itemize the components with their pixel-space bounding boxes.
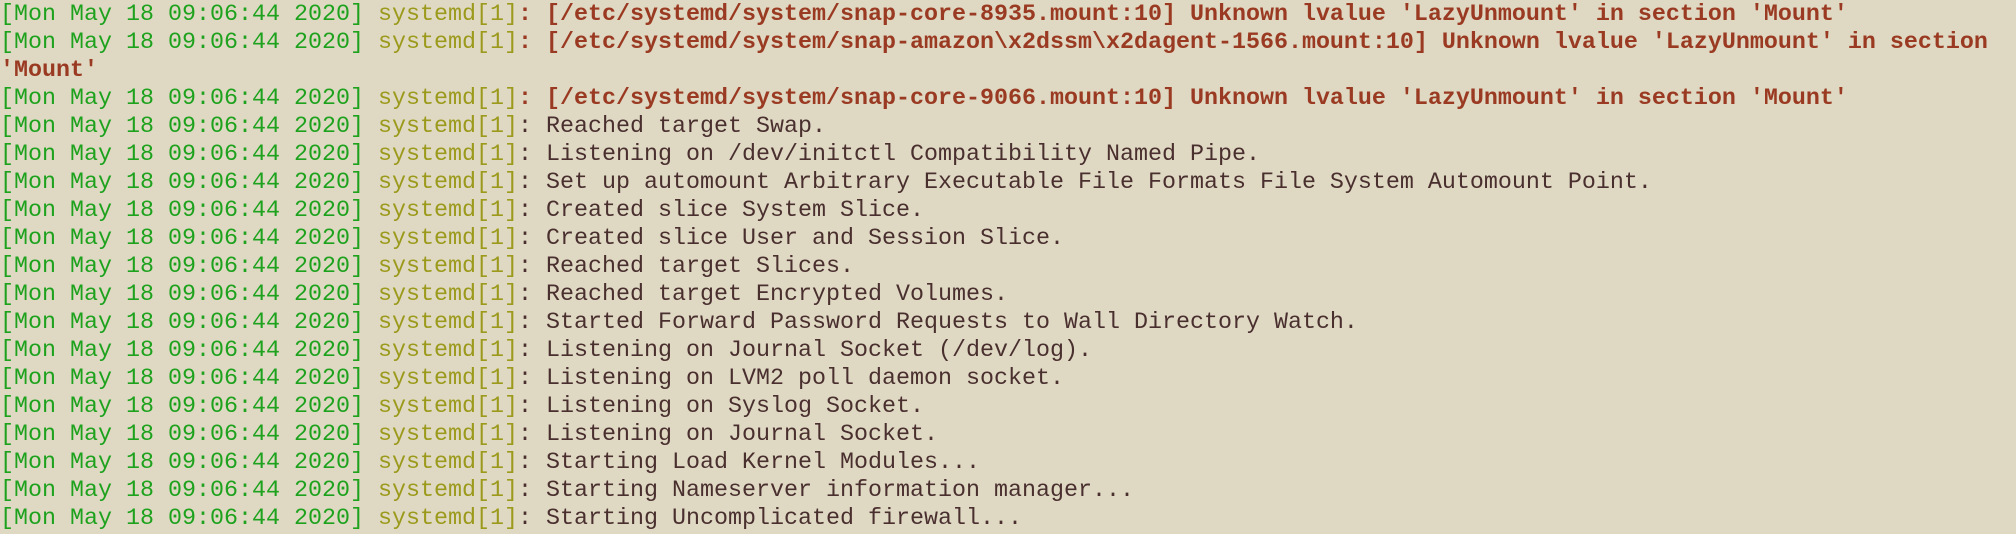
log-timestamp: [Mon May 18 09:06:44 2020] bbox=[0, 478, 364, 504]
log-timestamp: [Mon May 18 09:06:44 2020] bbox=[0, 366, 364, 392]
log-separator: : bbox=[517, 86, 546, 112]
log-process: systemd[1] bbox=[377, 226, 518, 252]
log-message: Starting Nameserver information manager.… bbox=[545, 478, 1134, 504]
log-process: systemd[1] bbox=[377, 450, 518, 476]
log-process: systemd[1] bbox=[377, 30, 518, 56]
log-line-error: [Mon May 18 09:06:44 2020] systemd[1]: [… bbox=[0, 85, 2016, 113]
log-separator: : bbox=[517, 114, 546, 140]
log-line: [Mon May 18 09:06:44 2020] systemd[1]: L… bbox=[0, 141, 2016, 169]
log-process: systemd[1] bbox=[377, 310, 518, 336]
log-separator: : bbox=[517, 170, 546, 196]
log-line: [Mon May 18 09:06:44 2020] systemd[1]: S… bbox=[0, 309, 2016, 337]
log-message: Listening on Syslog Socket. bbox=[545, 394, 924, 420]
log-timestamp: [Mon May 18 09:06:44 2020] bbox=[0, 506, 364, 532]
log-separator: : bbox=[517, 142, 546, 168]
log-separator: : bbox=[517, 30, 546, 56]
log-timestamp: [Mon May 18 09:06:44 2020] bbox=[0, 226, 364, 252]
log-separator: : bbox=[517, 310, 546, 336]
log-separator: : bbox=[517, 366, 546, 392]
log-process: systemd[1] bbox=[377, 282, 518, 308]
log-line: [Mon May 18 09:06:44 2020] systemd[1]: S… bbox=[0, 169, 2016, 197]
log-process: systemd[1] bbox=[377, 170, 518, 196]
log-line: [Mon May 18 09:06:44 2020] systemd[1]: C… bbox=[0, 197, 2016, 225]
log-separator: : bbox=[517, 450, 546, 476]
log-message: Starting Uncomplicated firewall... bbox=[545, 506, 1022, 532]
log-line-error: [Mon May 18 09:06:44 2020] systemd[1]: [… bbox=[0, 29, 2016, 85]
log-process: systemd[1] bbox=[377, 394, 518, 420]
log-timestamp: [Mon May 18 09:06:44 2020] bbox=[0, 338, 364, 364]
log-line: [Mon May 18 09:06:44 2020] systemd[1]: S… bbox=[0, 505, 2016, 533]
log-timestamp: [Mon May 18 09:06:44 2020] bbox=[0, 114, 364, 140]
log-message: Listening on Journal Socket. bbox=[545, 422, 938, 448]
log-line: [Mon May 18 09:06:44 2020] systemd[1]: L… bbox=[0, 337, 2016, 365]
log-message: Listening on LVM2 poll daemon socket. bbox=[545, 366, 1064, 392]
log-process: systemd[1] bbox=[377, 478, 518, 504]
log-timestamp: [Mon May 18 09:06:44 2020] bbox=[0, 282, 364, 308]
log-message: Reached target Encrypted Volumes. bbox=[545, 282, 1008, 308]
log-line: [Mon May 18 09:06:44 2020] systemd[1]: R… bbox=[0, 253, 2016, 281]
log-separator: : bbox=[517, 282, 546, 308]
log-separator: : bbox=[517, 198, 546, 224]
log-process: systemd[1] bbox=[377, 2, 518, 28]
log-timestamp: [Mon May 18 09:06:44 2020] bbox=[0, 86, 364, 112]
log-line: [Mon May 18 09:06:44 2020] systemd[1]: L… bbox=[0, 365, 2016, 393]
log-process: systemd[1] bbox=[377, 254, 518, 280]
log-process: systemd[1] bbox=[377, 422, 518, 448]
log-message: [/etc/systemd/system/snap-core-8935.moun… bbox=[545, 2, 1848, 28]
log-message: Started Forward Password Requests to Wal… bbox=[545, 310, 1358, 336]
log-separator: : bbox=[517, 2, 546, 28]
log-message: Created slice User and Session Slice. bbox=[545, 226, 1064, 252]
log-separator: : bbox=[517, 254, 546, 280]
log-process: systemd[1] bbox=[377, 198, 518, 224]
log-timestamp: [Mon May 18 09:06:44 2020] bbox=[0, 450, 364, 476]
log-separator: : bbox=[517, 506, 546, 532]
log-timestamp: [Mon May 18 09:06:44 2020] bbox=[0, 394, 364, 420]
log-separator: : bbox=[517, 478, 546, 504]
log-timestamp: [Mon May 18 09:06:44 2020] bbox=[0, 310, 364, 336]
log-message: Reached target Swap. bbox=[545, 114, 826, 140]
log-separator: : bbox=[517, 226, 546, 252]
log-timestamp: [Mon May 18 09:06:44 2020] bbox=[0, 142, 364, 168]
log-process: systemd[1] bbox=[377, 506, 518, 532]
log-line-error: [Mon May 18 09:06:44 2020] systemd[1]: [… bbox=[0, 1, 2016, 29]
log-process: systemd[1] bbox=[377, 114, 518, 140]
log-line: [Mon May 18 09:06:44 2020] systemd[1]: C… bbox=[0, 225, 2016, 253]
log-separator: : bbox=[517, 422, 546, 448]
log-message: [/etc/systemd/system/snap-core-9066.moun… bbox=[545, 86, 1848, 112]
terminal-output[interactable]: [Mon May 18 09:06:44 2020] systemd[1]: [… bbox=[0, 0, 2016, 533]
log-line: [Mon May 18 09:06:44 2020] systemd[1]: S… bbox=[0, 449, 2016, 477]
log-process: systemd[1] bbox=[377, 338, 518, 364]
log-line: [Mon May 18 09:06:44 2020] systemd[1]: R… bbox=[0, 113, 2016, 141]
log-timestamp: [Mon May 18 09:06:44 2020] bbox=[0, 170, 364, 196]
log-line: [Mon May 18 09:06:44 2020] systemd[1]: R… bbox=[0, 281, 2016, 309]
log-line: [Mon May 18 09:06:44 2020] systemd[1]: L… bbox=[0, 421, 2016, 449]
log-timestamp: [Mon May 18 09:06:44 2020] bbox=[0, 422, 364, 448]
log-line: [Mon May 18 09:06:44 2020] systemd[1]: S… bbox=[0, 477, 2016, 505]
log-timestamp: [Mon May 18 09:06:44 2020] bbox=[0, 2, 364, 28]
log-message: Set up automount Arbitrary Executable Fi… bbox=[545, 170, 1652, 196]
log-message: Listening on Journal Socket (/dev/log). bbox=[545, 338, 1092, 364]
log-process: systemd[1] bbox=[377, 142, 518, 168]
log-message: Starting Load Kernel Modules... bbox=[545, 450, 980, 476]
log-process: systemd[1] bbox=[377, 366, 518, 392]
log-separator: : bbox=[517, 338, 546, 364]
log-message: Listening on /dev/initctl Compatibility … bbox=[545, 142, 1260, 168]
log-process: systemd[1] bbox=[377, 86, 518, 112]
log-separator: : bbox=[517, 394, 546, 420]
log-timestamp: [Mon May 18 09:06:44 2020] bbox=[0, 254, 364, 280]
log-timestamp: [Mon May 18 09:06:44 2020] bbox=[0, 30, 364, 56]
log-message: Created slice System Slice. bbox=[545, 198, 924, 224]
log-line: [Mon May 18 09:06:44 2020] systemd[1]: L… bbox=[0, 393, 2016, 421]
log-timestamp: [Mon May 18 09:06:44 2020] bbox=[0, 198, 364, 224]
log-message: Reached target Slices. bbox=[545, 254, 854, 280]
